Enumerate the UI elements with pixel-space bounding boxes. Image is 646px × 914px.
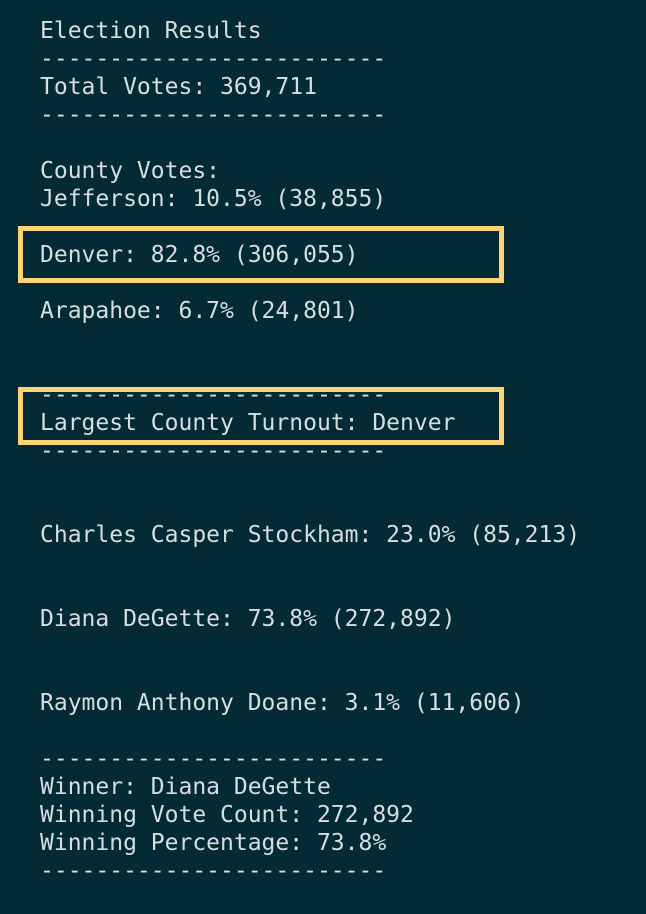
winning-count-line: Winning Vote Count: 272,892	[40, 802, 414, 828]
winner-line: Winner: Diana DeGette	[40, 774, 331, 800]
candidate-line-stockham: Charles Casper Stockham: 23.0% (85,213)	[40, 522, 581, 548]
separator-line: -------------------------	[40, 46, 387, 72]
largest-county-line: Largest County Turnout: Denver	[40, 410, 456, 436]
candidate-line-degette: Diana DeGette: 73.8% (272,892)	[40, 606, 456, 632]
winning-percentage-line: Winning Percentage: 73.8%	[40, 830, 387, 856]
county-line-denver: Denver: 82.8% (306,055)	[40, 242, 359, 268]
terminal-output: Election Results -----------------------…	[0, 0, 646, 914]
county-votes-header: County Votes:	[40, 158, 221, 184]
separator-line: -------------------------	[40, 438, 387, 464]
county-line-jefferson: Jefferson: 10.5% (38,855)	[40, 186, 387, 212]
total-votes-line: Total Votes: 369,711	[40, 74, 317, 100]
separator-line: -------------------------	[40, 858, 387, 884]
separator-line: -------------------------	[40, 746, 387, 772]
separator-line: -------------------------	[40, 102, 387, 128]
county-line-arapahoe: Arapahoe: 6.7% (24,801)	[40, 298, 359, 324]
title-line: Election Results	[40, 18, 262, 44]
candidate-line-doane: Raymon Anthony Doane: 3.1% (11,606)	[40, 690, 525, 716]
